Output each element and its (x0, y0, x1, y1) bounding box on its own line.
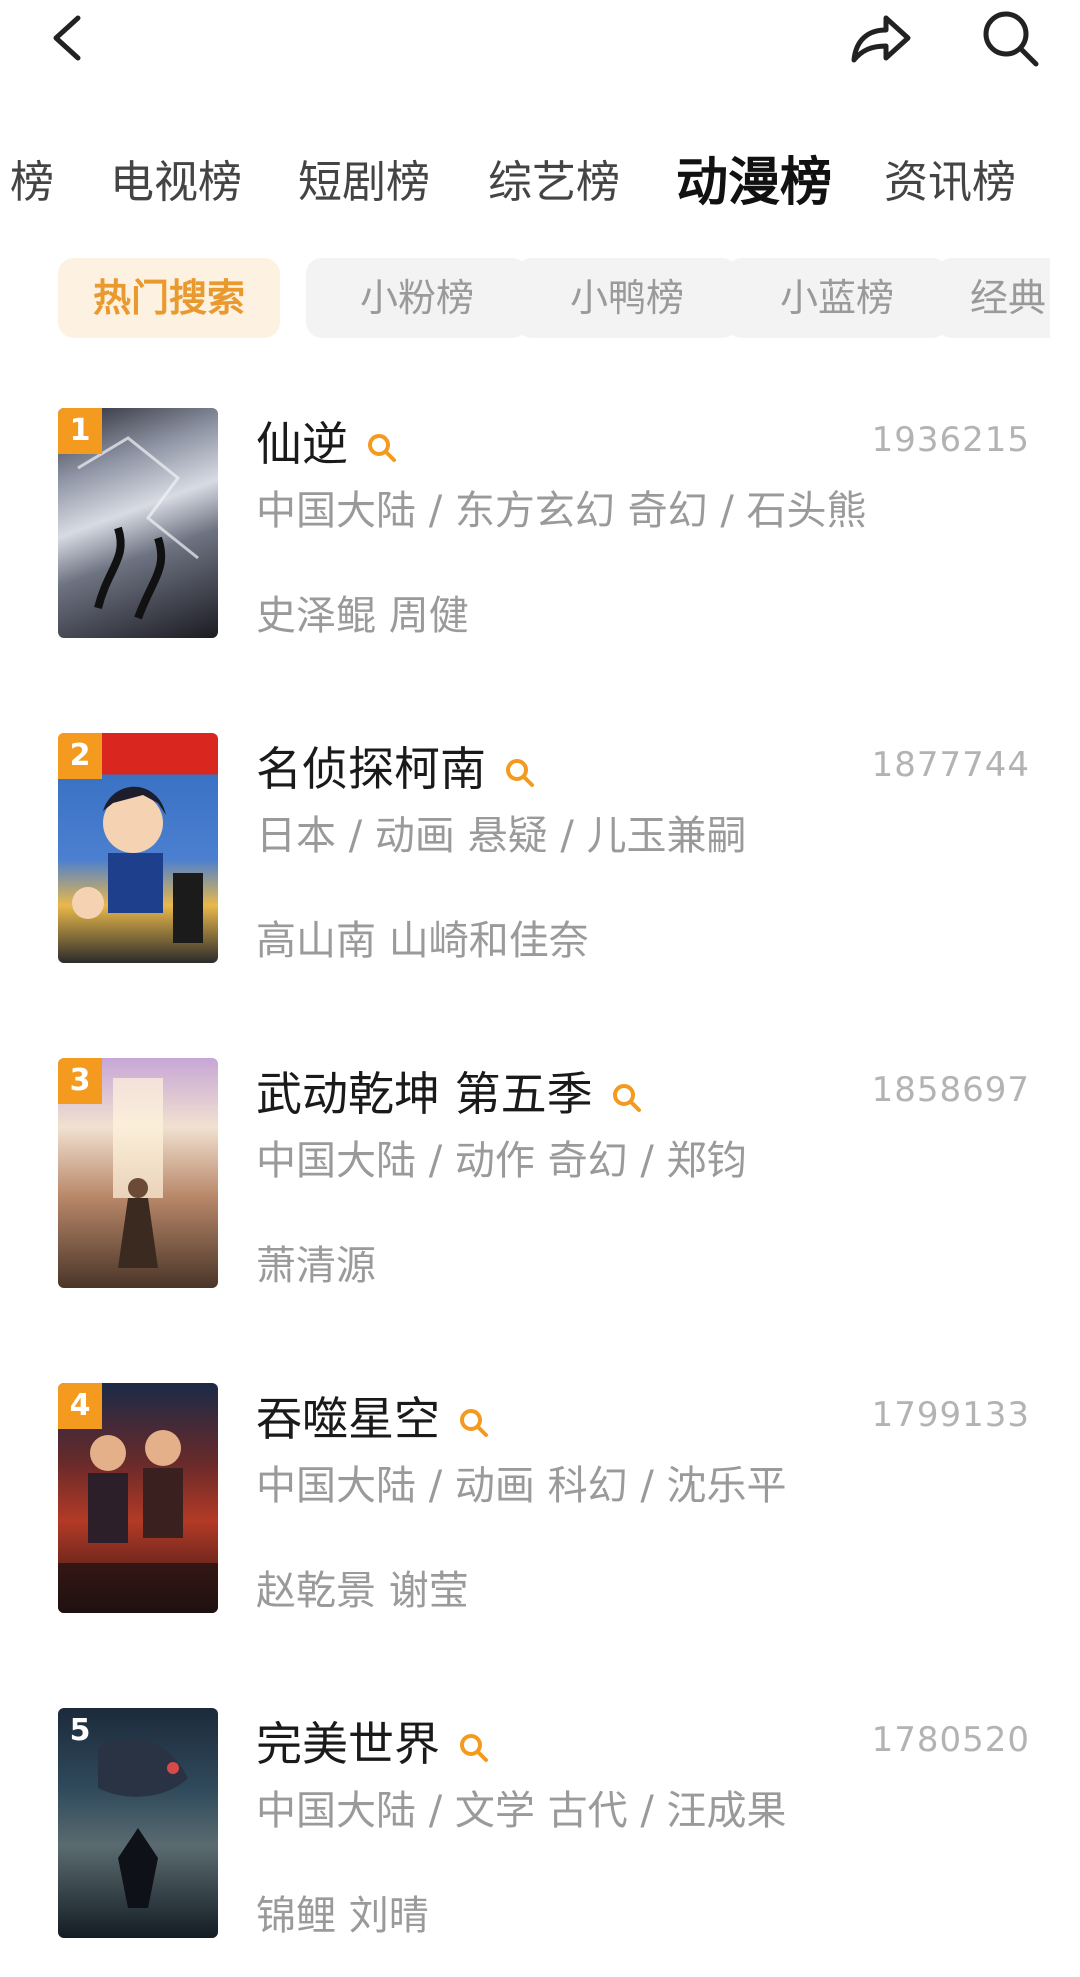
tab-news[interactable]: 资讯榜 (884, 138, 1016, 228)
hot-count: 1858697 (871, 1070, 1030, 1110)
rank-badge: 5 (69, 1713, 91, 1748)
rank-badge: 2 (58, 733, 102, 779)
title-row: 吞噬星空 (256, 1383, 490, 1455)
item-meta: 中国大陆 / 文学 古代 / 汪成果 (256, 1788, 787, 1834)
title-row: 武动乾坤 第五季 (256, 1058, 643, 1130)
chip-duck[interactable]: 小鸭榜 (516, 258, 738, 338)
sub-ranking-chips: 热门搜索 小粉榜 小鸭榜 小蓝榜 经典 (0, 258, 1050, 342)
item-cast: 赵乾景 谢莹 (256, 1568, 469, 1614)
chip-blue[interactable]: 小蓝榜 (726, 258, 948, 338)
top-bar (0, 0, 1080, 80)
magnifier-icon[interactable] (458, 1732, 490, 1764)
chip-pink[interactable]: 小粉榜 (306, 258, 528, 338)
magnifier-icon[interactable] (458, 1407, 490, 1439)
item-meta: 中国大陆 / 东方玄幻 奇幻 / 石头熊 (256, 488, 867, 534)
rank-badge: 3 (58, 1058, 102, 1104)
hot-count: 1936215 (871, 420, 1030, 460)
list-item[interactable]: 1 仙逆 1936215 中国大陆 / 东方玄幻 奇幻 / 石头熊 史泽鲲 周健 (0, 408, 1080, 648)
list-item[interactable]: 4 吞噬星空 1799133 中国大陆 / 动画 科幻 / 沈乐平 赵乾景 谢莹 (0, 1383, 1080, 1623)
hot-count: 1877744 (871, 745, 1030, 785)
list-item[interactable]: 5 完美世界 1780520 中国大陆 / 文学 古代 / 汪成果 锦鲤 刘晴 (0, 1708, 1080, 1948)
item-title: 仙逆 (256, 417, 348, 471)
magnifier-icon[interactable] (504, 757, 536, 789)
tab-variety[interactable]: 综艺榜 (488, 138, 620, 228)
chip-classic[interactable]: 经典 (936, 258, 1050, 338)
poster-image[interactable]: 5 (58, 1708, 218, 1938)
item-title: 武动乾坤 第五季 (256, 1067, 593, 1121)
back-chevron-icon[interactable] (44, 10, 90, 66)
list-item[interactable]: 2 名侦探柯南 1877744 日本 / 动画 悬疑 / 儿玉兼嗣 高山南 山崎… (0, 733, 1080, 973)
magnifier-icon[interactable] (611, 1082, 643, 1114)
item-title: 吞噬星空 (256, 1392, 440, 1446)
item-cast: 锦鲤 刘晴 (256, 1893, 429, 1939)
poster-image[interactable]: 1 (58, 408, 218, 638)
item-title: 名侦探柯南 (256, 742, 486, 796)
tab-tv[interactable]: 电视榜 (110, 138, 242, 228)
item-meta: 中国大陆 / 动画 科幻 / 沈乐平 (256, 1463, 787, 1509)
search-icon[interactable] (978, 6, 1046, 70)
title-row: 仙逆 (256, 408, 398, 480)
tab-partial[interactable]: 榜 (10, 138, 54, 228)
poster-image[interactable]: 3 (58, 1058, 218, 1288)
list-item[interactable]: 3 武动乾坤 第五季 1858697 中国大陆 / 动作 奇幻 / 郑钧 萧清源 (0, 1058, 1080, 1298)
title-row: 名侦探柯南 (256, 733, 536, 805)
item-meta: 中国大陆 / 动作 奇幻 / 郑钧 (256, 1138, 747, 1184)
item-cast: 高山南 山崎和佳奈 (256, 918, 589, 964)
share-arrow-icon[interactable] (846, 6, 914, 70)
poster-image[interactable]: 4 (58, 1383, 218, 1613)
item-cast: 萧清源 (256, 1243, 376, 1289)
chip-hot-search[interactable]: 热门搜索 (58, 258, 280, 338)
poster-image[interactable]: 2 (58, 733, 218, 963)
title-row: 完美世界 (256, 1708, 490, 1780)
item-cast: 史泽鲲 周健 (256, 593, 469, 639)
item-title: 完美世界 (256, 1717, 440, 1771)
tab-short-drama[interactable]: 短剧榜 (298, 138, 430, 228)
hot-count: 1799133 (871, 1395, 1030, 1435)
rank-badge: 4 (58, 1383, 102, 1429)
item-meta: 日本 / 动画 悬疑 / 儿玉兼嗣 (256, 813, 747, 859)
rank-badge: 1 (58, 408, 102, 454)
magnifier-icon[interactable] (366, 432, 398, 464)
ranking-tabs: 榜 电视榜 短剧榜 综艺榜 动漫榜 资讯榜 (0, 138, 1080, 228)
hot-count: 1780520 (871, 1720, 1030, 1760)
tab-anime[interactable]: 动漫榜 (676, 138, 832, 228)
